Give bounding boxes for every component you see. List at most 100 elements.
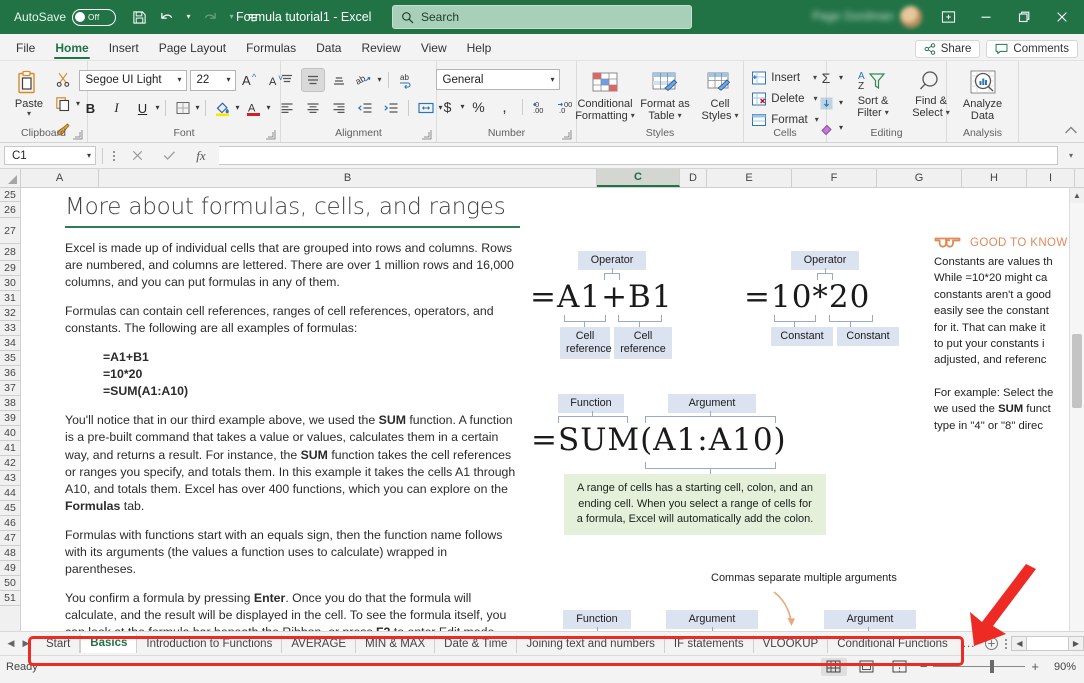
autosum-chevron-down-icon[interactable]: ▾ xyxy=(839,74,843,82)
align-center-icon[interactable] xyxy=(301,96,325,120)
conditional-formatting-chevron-down-icon[interactable]: ▾ xyxy=(631,112,635,120)
sheet-tab-start[interactable]: Start xyxy=(37,635,80,653)
comma-style-icon[interactable]: , xyxy=(493,95,517,119)
close-icon[interactable] xyxy=(1044,2,1080,32)
autosave-toggle[interactable]: Off xyxy=(72,9,116,26)
font-color-chevron-down-icon[interactable]: ▾ xyxy=(267,104,271,112)
tab-help[interactable]: Help xyxy=(457,37,502,60)
collapse-ribbon-icon[interactable] xyxy=(1064,125,1078,139)
row-header-29[interactable]: 29 xyxy=(0,261,20,276)
italic-button[interactable]: I xyxy=(105,96,129,120)
percent-style-icon[interactable]: % xyxy=(467,95,491,119)
row-header-44[interactable]: 44 xyxy=(0,486,20,501)
fill-color-chevron-down-icon[interactable]: ▾ xyxy=(236,104,240,112)
sheet-tab-vlookup[interactable]: VLOOKUP xyxy=(754,635,829,653)
copy-button[interactable] xyxy=(51,92,75,116)
row-header-39[interactable]: 39 xyxy=(0,411,20,426)
next-sheet-icon[interactable]: ▶ xyxy=(19,635,33,653)
fill-color-button[interactable] xyxy=(211,96,235,120)
sheet-tab-average[interactable]: AVERAGE xyxy=(282,635,356,653)
autosum-icon[interactable]: Σ xyxy=(814,66,838,90)
merge-and-center-icon[interactable] xyxy=(414,96,438,120)
accounting-format-icon[interactable]: $ xyxy=(436,95,460,119)
align-top-icon[interactable] xyxy=(275,68,299,92)
formula-input[interactable] xyxy=(219,146,1058,165)
restore-icon[interactable] xyxy=(1006,2,1042,32)
row-header-43[interactable]: 43 xyxy=(0,471,20,486)
row-header-51[interactable]: 51 xyxy=(0,591,20,606)
alignment-dialog-launcher[interactable] xyxy=(421,129,432,140)
insert-cells-button[interactable]: Insert ▾ xyxy=(747,68,821,88)
formula-bar-grip[interactable] xyxy=(109,151,119,161)
font-size-chevron-down-icon[interactable]: ▾ xyxy=(226,76,230,84)
increase-font-size-icon[interactable]: A^ xyxy=(239,68,263,92)
sheet-tab-split-handle[interactable] xyxy=(1001,639,1011,649)
zoom-level[interactable]: 90% xyxy=(1046,661,1076,673)
undo-dropdown-chevron-down-icon[interactable]: ▾ xyxy=(182,5,195,29)
sheet-tab-min-and-max[interactable]: MIN & MAX xyxy=(356,635,435,653)
underline-chevron-down-icon[interactable]: ▾ xyxy=(156,104,160,112)
row-header-35[interactable]: 35 xyxy=(0,351,20,366)
page-break-preview-icon[interactable] xyxy=(887,658,913,676)
name-box[interactable]: C1 ▾ xyxy=(4,146,96,165)
vertical-scroll-thumb[interactable] xyxy=(1072,334,1082,408)
vertical-scrollbar[interactable]: ▲ xyxy=(1069,188,1084,631)
tab-home[interactable]: Home xyxy=(45,37,98,60)
page-layout-view-icon[interactable] xyxy=(854,658,880,676)
horizontal-scroll-track[interactable] xyxy=(1027,636,1068,651)
row-header-38[interactable]: 38 xyxy=(0,396,20,411)
bold-button[interactable]: B xyxy=(79,96,103,120)
zoom-slider[interactable]: − + xyxy=(920,660,1039,673)
sheet-tab-date-and-time[interactable]: Date & Time xyxy=(435,635,517,653)
zoom-thumb[interactable] xyxy=(990,660,994,673)
tab-file[interactable]: File xyxy=(6,37,45,60)
redo-icon[interactable] xyxy=(197,5,223,29)
zoom-out-button[interactable]: − xyxy=(920,660,928,673)
column-header-b[interactable]: B xyxy=(99,169,597,187)
text-orientation-icon[interactable]: ab xyxy=(353,68,377,92)
analyze-data-button[interactable]: Analyze Data xyxy=(954,66,1012,124)
row-header-48[interactable]: 48 xyxy=(0,546,20,561)
column-header-d[interactable]: D xyxy=(680,169,707,187)
font-size-combo[interactable]: 22 ▾ xyxy=(190,70,236,91)
font-family-chevron-down-icon[interactable]: ▾ xyxy=(177,76,181,84)
format-as-table-chevron-down-icon[interactable]: ▾ xyxy=(678,112,682,120)
wrap-text-icon[interactable]: ab xyxy=(395,68,419,92)
cut-button[interactable] xyxy=(51,67,75,91)
decrease-indent-icon[interactable] xyxy=(353,96,377,120)
tab-insert[interactable]: Insert xyxy=(99,37,149,60)
ribbon-display-options-icon[interactable] xyxy=(930,2,966,32)
decrease-decimal-icon[interactable]: 00.0 xyxy=(554,95,578,119)
previous-sheet-icon[interactable]: ◀ xyxy=(4,635,18,653)
expand-formula-bar-icon[interactable]: ▾ xyxy=(1062,146,1080,166)
tab-page-layout[interactable]: Page Layout xyxy=(149,37,236,60)
paste-chevron-down-icon[interactable]: ▾ xyxy=(27,110,31,118)
tab-formulas[interactable]: Formulas xyxy=(236,37,306,60)
conditional-formatting-button[interactable]: Conditional Formatting ▾ xyxy=(576,66,634,124)
row-header-36[interactable]: 36 xyxy=(0,366,20,381)
borders-button[interactable] xyxy=(171,96,195,120)
column-header-f[interactable]: F xyxy=(792,169,877,187)
cancel-icon[interactable] xyxy=(123,146,151,166)
confirm-icon[interactable] xyxy=(155,146,183,166)
row-header-49[interactable]: 49 xyxy=(0,561,20,576)
sort-filter-chevron-down-icon[interactable]: ▾ xyxy=(885,109,889,117)
scroll-right-icon[interactable]: ▶ xyxy=(1068,636,1084,651)
row-header-41[interactable]: 41 xyxy=(0,441,20,456)
search-input[interactable]: Search xyxy=(392,5,692,29)
share-button[interactable]: Share xyxy=(915,40,981,58)
row-header-37[interactable]: 37 xyxy=(0,381,20,396)
undo-icon[interactable] xyxy=(154,5,180,29)
font-color-button[interactable]: A xyxy=(242,96,266,120)
font-family-combo[interactable]: Segoe UI Light ▾ xyxy=(79,70,187,91)
tab-review[interactable]: Review xyxy=(351,37,410,60)
scroll-up-icon[interactable]: ▲ xyxy=(1070,188,1084,203)
sheet-content-area[interactable]: More about formulas, cells, and ranges E… xyxy=(21,188,1084,631)
minimize-icon[interactable] xyxy=(968,2,1004,32)
increase-indent-icon[interactable] xyxy=(379,96,403,120)
row-header-30[interactable]: 30 xyxy=(0,276,20,291)
sheet-tabs-overflow[interactable]: ... xyxy=(957,635,982,653)
comments-button[interactable]: Comments xyxy=(986,40,1078,58)
tab-data[interactable]: Data xyxy=(306,37,351,60)
row-header-42[interactable]: 42 xyxy=(0,456,20,471)
